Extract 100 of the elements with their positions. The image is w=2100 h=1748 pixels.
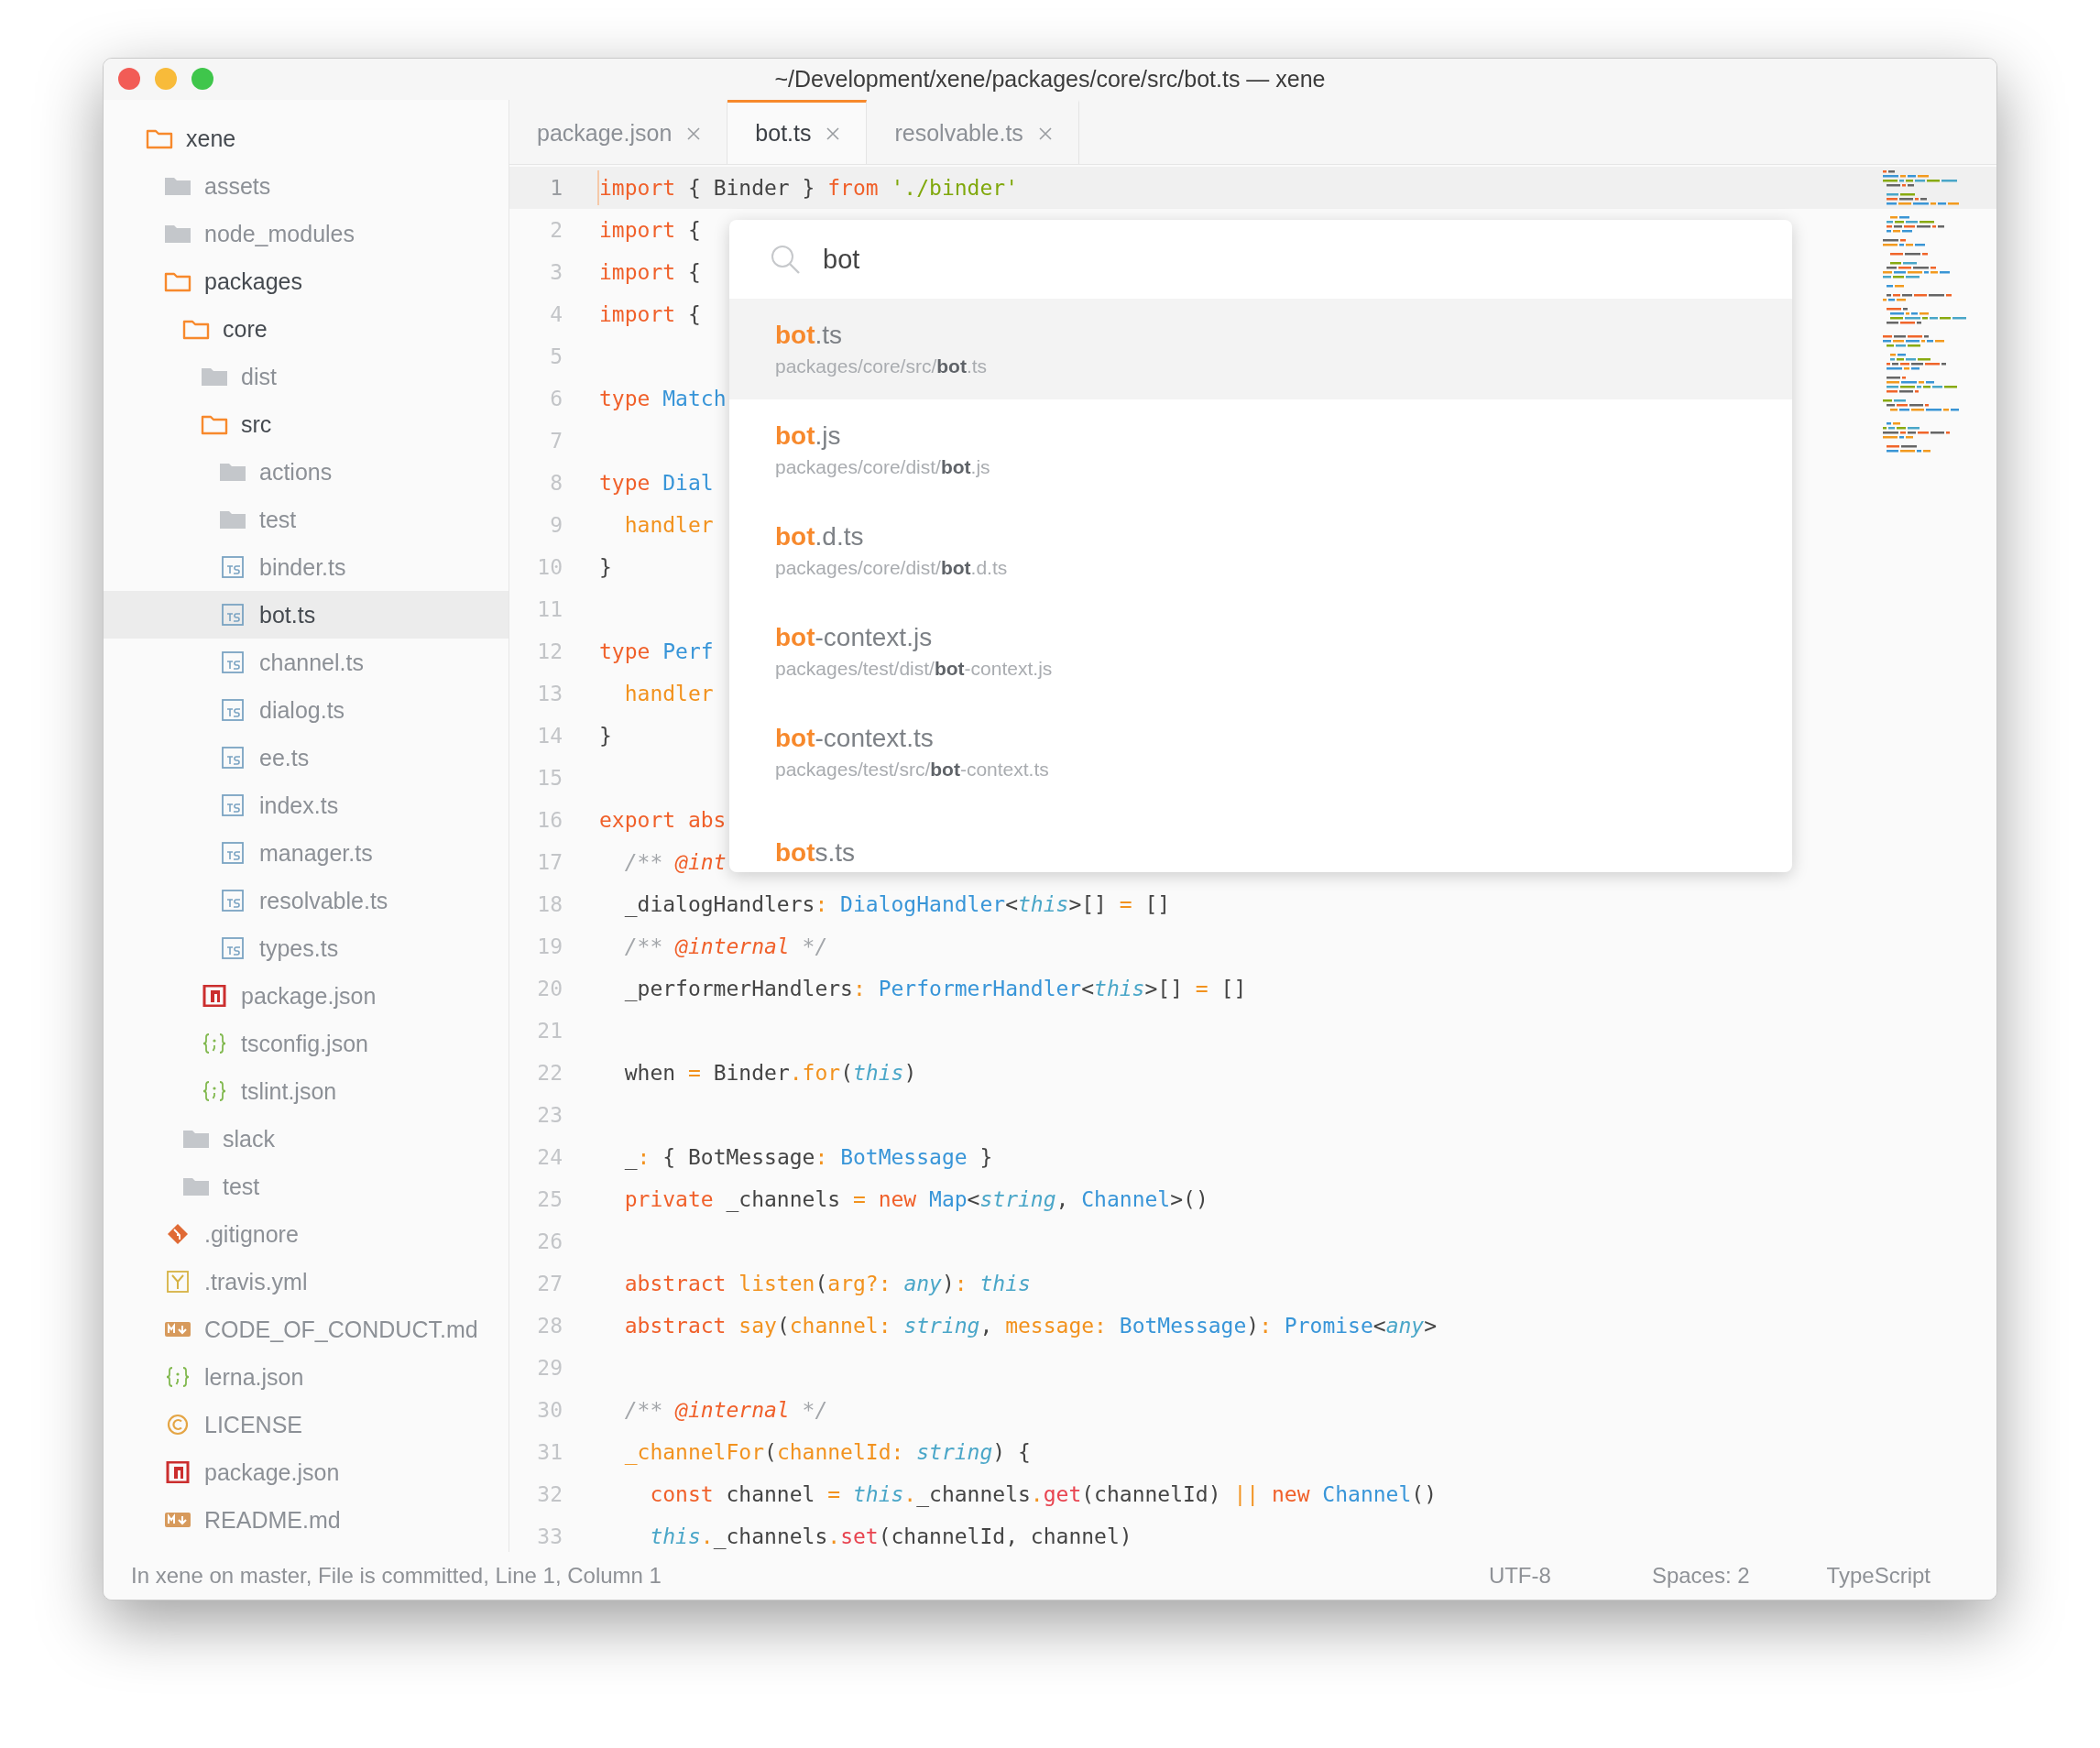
code-line: }: [599, 555, 612, 579]
code-line: import {: [599, 302, 701, 326]
npm-icon: [164, 1461, 191, 1483]
file-tab[interactable]: resolvable.ts: [867, 100, 1079, 164]
search-field[interactable]: bot: [821, 243, 1374, 276]
code-line: /** @internal */: [623, 934, 828, 958]
sidebar-item[interactable]: core: [104, 305, 509, 353]
code-line: abstract say(channel: string, message: BotMessage): Promise<any>: [623, 1314, 1438, 1338]
file-icon: [219, 651, 246, 673]
code-line: type Dial: [599, 471, 714, 495]
result-path: packages/core/src/bot.ts: [775, 355, 988, 377]
sidebar-item[interactable]: manager.ts: [104, 829, 509, 877]
search-result[interactable]: bot.js packages/core/dist/bot.js: [729, 399, 1792, 500]
npm-icon: [201, 985, 228, 1007]
code-line: /** @int: [623, 850, 727, 874]
code-line: }: [599, 724, 612, 748]
close-icon[interactable]: [1037, 126, 1053, 141]
sidebar-item[interactable]: types.ts: [104, 924, 509, 972]
result-title: bot.js: [775, 421, 841, 451]
result-path: packages/core/dist/bot.d.ts: [775, 557, 1008, 579]
sidebar-item[interactable]: test: [104, 1163, 509, 1210]
sidebar-item[interactable]: ee.ts: [104, 734, 509, 781]
code-line: /** @internal */: [623, 1398, 828, 1422]
sidebar-item[interactable]: bot.ts: [104, 591, 509, 639]
result-title: bot-context.ts: [775, 724, 934, 753]
file-icon: [219, 890, 246, 912]
indentation-label[interactable]: Spaces: 2: [1651, 1563, 1750, 1589]
status-message: In xene on master, File is committed, Line 1, Column 1: [131, 1563, 662, 1589]
file-icon: [219, 842, 246, 864]
sidebar-item[interactable]: xene: [104, 115, 509, 162]
sidebar-item[interactable]: binder.ts: [104, 543, 509, 591]
window-title: ~/Development/xene/packages/core/src/bot.ts — xene: [774, 66, 1326, 93]
search-result[interactable]: bot-context.ts packages/test/src/bot-context.ts: [729, 702, 1792, 803]
file-icon: [219, 556, 246, 578]
line-number: 1: [549, 176, 563, 200]
minimize-button[interactable]: [155, 68, 177, 90]
sidebar-item[interactable]: src: [104, 400, 509, 448]
code-line: _dialogHandlers: DialogHandler<this>[] = []: [623, 892, 1171, 916]
zoom-button[interactable]: [191, 68, 213, 90]
sidebar-item[interactable]: test: [104, 496, 509, 543]
sidebar-item[interactable]: README.md: [104, 1496, 509, 1544]
sidebar-item[interactable]: tslint.json: [104, 1067, 509, 1115]
sidebar-item[interactable]: assets: [104, 162, 509, 210]
search-result[interactable]: bot.d.ts packages/core/dist/bot.d.ts: [729, 500, 1792, 601]
code-line: import {: [599, 260, 701, 284]
sidebar-item[interactable]: resolvable.ts: [104, 877, 509, 924]
text-cursor: [597, 170, 599, 205]
sidebar-item[interactable]: dist: [104, 353, 509, 400]
sidebar-item[interactable]: .travis.yml: [104, 1258, 509, 1306]
encoding-label[interactable]: UTF-8: [1488, 1563, 1551, 1589]
code-line: type Perf: [599, 639, 714, 663]
code-line: abstract listen(arg?: any): this: [623, 1272, 1031, 1295]
sidebar-item[interactable]: dialog.ts: [104, 686, 509, 734]
sidebar-item[interactable]: index.ts: [104, 781, 509, 829]
braces-icon: [164, 1366, 191, 1388]
file-tab[interactable]: bot.ts: [727, 100, 868, 164]
sidebar-item[interactable]: tsconfig.json: [104, 1020, 509, 1067]
code-line: const channel = this._channels.get(channelId) || new Channel(): [649, 1482, 1437, 1506]
sidebar-item[interactable]: package.json: [104, 972, 509, 1020]
search-result[interactable]: bot-context.js packages/test/dist/bot-context.js: [729, 601, 1792, 702]
code-line: type Match: [599, 387, 727, 410]
file-icon: [219, 937, 246, 959]
code-line: this._channels.set(channelId, channel): [649, 1524, 1132, 1548]
result-title: bot-context.js: [775, 623, 933, 652]
sidebar-item[interactable]: packages: [104, 257, 509, 305]
code-line: when = Binder.for(this): [623, 1061, 917, 1085]
code-line: _performerHandlers: PerformerHandler<this>[] = []: [623, 977, 1247, 1000]
code-line: private _channels = new Map<string, Channel>(): [623, 1187, 1209, 1211]
braces-icon: [201, 1080, 228, 1102]
result-path: packages/test/dist/bot-context.js: [775, 658, 1053, 680]
sidebar-item[interactable]: channel.ts: [104, 639, 509, 686]
syntax-label[interactable]: TypeScript: [1826, 1563, 1930, 1589]
result-path: packages/test/src/bot-context.ts: [775, 759, 1049, 781]
sidebar-item[interactable]: package.json: [104, 1448, 509, 1496]
sidebar-item[interactable]: LICENSE: [104, 1401, 509, 1448]
sidebar-item[interactable]: slack: [104, 1115, 509, 1163]
close-icon[interactable]: [826, 126, 841, 141]
file-icon: [219, 699, 246, 721]
code-line: handler: [623, 682, 714, 705]
file-icon: [219, 604, 246, 626]
search-result[interactable]: bot.ts packages/core/src/bot.ts: [729, 299, 1792, 399]
sidebar-item[interactable]: actions: [104, 448, 509, 496]
close-button[interactable]: [118, 68, 140, 90]
file-icon: [219, 794, 246, 816]
sidebar-item[interactable]: CODE_OF_CONDUCT.md: [104, 1306, 509, 1353]
code-line: _channelFor(channelId: string) {: [623, 1440, 1031, 1464]
search-result[interactable]: bots.ts: [729, 803, 1792, 872]
code-line: _: { BotMessage: BotMessage }: [623, 1145, 993, 1169]
sidebar-item[interactable]: .gitignore: [104, 1210, 509, 1258]
code-line: import { Binder } from './binder': [599, 176, 1018, 200]
file-icon: [219, 747, 246, 769]
close-icon[interactable]: [686, 126, 702, 141]
sidebar-item[interactable]: lerna.json: [104, 1353, 509, 1401]
result-title: bot.ts: [775, 321, 843, 350]
code-line: handler: [623, 513, 714, 537]
sidebar-item[interactable]: node_modules: [104, 210, 509, 257]
result-title: bot.d.ts: [775, 522, 864, 552]
search-icon: [770, 244, 801, 275]
braces-icon: [201, 1032, 228, 1054]
yaml-icon: [164, 1271, 191, 1293]
